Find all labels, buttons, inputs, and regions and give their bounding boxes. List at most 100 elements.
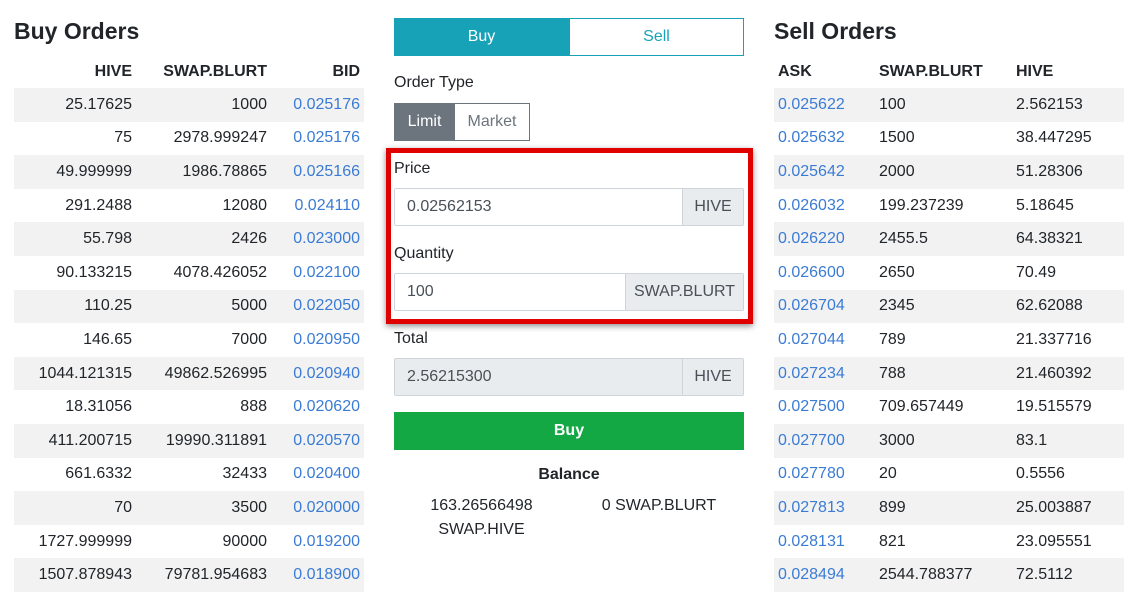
table-row[interactable]: 0.027780 20 0.5556 xyxy=(774,458,1124,492)
table-row[interactable]: 0.026704 2345 62.62088 xyxy=(774,289,1124,324)
submit-buy-button[interactable]: Buy xyxy=(394,412,744,450)
table-row[interactable]: 0.025642 2000 51.28306 xyxy=(774,155,1124,189)
tab-buy[interactable]: Buy xyxy=(394,18,569,56)
buy-cell-2[interactable]: 0.019200 xyxy=(271,525,364,559)
sell-cell-0[interactable]: 0.028131 xyxy=(774,525,875,559)
sell-orders-title: Sell Orders xyxy=(774,18,897,44)
buy-cell-0: 1727.999999 xyxy=(38,532,132,550)
table-row[interactable]: 70 3500 0.020000 xyxy=(14,491,364,525)
sell-cell-2: 62.62088 xyxy=(1012,289,1124,324)
table-row[interactable]: 1727.999999 90000 0.019200 xyxy=(14,525,364,559)
table-row[interactable]: 146.65 7000 0.020950 xyxy=(14,323,364,357)
buy-cell-2[interactable]: 0.020570 xyxy=(271,423,364,458)
quantity-unit: SWAP.BLURT xyxy=(625,274,743,310)
table-row[interactable]: 55.798 2426 0.023000 xyxy=(14,222,364,256)
price-input[interactable]: 0.02562153 xyxy=(395,189,682,225)
buy-cell-2[interactable]: 0.025166 xyxy=(271,155,364,189)
table-row[interactable]: 1044.121315 49862.526995 0.020940 xyxy=(14,356,364,391)
table-row[interactable]: 0.027044 789 21.337716 xyxy=(774,323,1124,357)
sell-cell-2: 64.38321 xyxy=(1012,222,1124,256)
table-row[interactable]: 0.027700 3000 83.1 xyxy=(774,423,1124,458)
sell-cell-0[interactable]: 0.026032 xyxy=(774,189,875,223)
sell-cell-0[interactable]: 0.027044 xyxy=(774,323,875,357)
buy-header-bid: BID xyxy=(332,62,360,80)
table-row[interactable]: 49.999999 1986.78865 0.025166 xyxy=(14,155,364,189)
buy-cell-2[interactable]: 0.024110 xyxy=(271,189,364,223)
buy-cell-0: 25.17625 xyxy=(14,88,136,122)
sell-cell-0[interactable]: 0.027234 xyxy=(774,356,875,391)
balance-swap-blurt: 0 SWAP.BLURT xyxy=(601,497,717,514)
table-row[interactable]: 0.025632 1500 38.447295 xyxy=(774,122,1124,156)
sell-cell-0[interactable]: 0.026704 xyxy=(774,289,875,324)
table-row[interactable]: 90.133215 4078.426052 0.022100 xyxy=(14,256,364,290)
sell-cell-0[interactable]: 0.026220 xyxy=(774,222,875,256)
table-row[interactable]: 0.027813 899 25.003887 xyxy=(774,491,1124,525)
buy-orders-header-row: HIVE SWAP.BLURT BID xyxy=(14,55,364,88)
total-input-group: 2.56215300 HIVE xyxy=(394,358,744,396)
sell-cell-0[interactable]: 0.027780 xyxy=(774,458,875,492)
table-row[interactable]: 0.027500 709.657449 19.515579 xyxy=(774,390,1124,424)
sell-cell-0[interactable]: 0.027500 xyxy=(774,390,875,424)
table-row[interactable]: 25.17625 1000 0.025176 xyxy=(14,88,364,122)
sell-cell-0[interactable]: 0.027813 xyxy=(774,491,875,525)
sell-orders-header-row: ASK SWAP.BLURT HIVE xyxy=(774,55,1124,88)
buy-cell-2[interactable]: 0.022100 xyxy=(271,256,364,290)
buy-cell-2[interactable]: 0.022050 xyxy=(271,289,364,324)
table-row[interactable]: 0.025622 100 2.562153 xyxy=(774,88,1124,122)
quantity-input[interactable]: 100 xyxy=(395,274,625,310)
table-row[interactable]: 18.31056 888 0.020620 xyxy=(14,390,364,424)
market-button[interactable]: Market xyxy=(455,103,530,141)
sell-cell-2: 72.5112 xyxy=(1012,558,1124,592)
price-input-group: 0.02562153 HIVE xyxy=(394,188,744,226)
buy-header-swap-blurt: SWAP.BLURT xyxy=(163,62,267,80)
buy-orders-body: 25.17625 1000 0.025176 75 2978.999247 0.02517… xyxy=(14,88,364,592)
sell-cell-0[interactable]: 0.026600 xyxy=(774,256,875,290)
sell-cell-1: 2000 xyxy=(875,155,1012,189)
table-row[interactable]: 661.6332 32433 0.020400 xyxy=(14,458,364,492)
buy-cell-0: 291.2488 xyxy=(65,196,132,214)
table-row[interactable]: 0.028131 821 23.095551 xyxy=(774,525,1124,559)
buy-cell-1: 2978.999247 xyxy=(173,129,267,147)
order-type-group: Limit Market xyxy=(394,103,530,141)
buy-cell-2[interactable]: 0.025176 xyxy=(271,88,364,122)
table-row[interactable]: 1507.878943 79781.954683 0.018900 xyxy=(14,558,364,592)
buy-cell-2[interactable]: 0.018900 xyxy=(271,558,364,592)
sell-orders-body: 0.025622 100 2.562153 0.025632 1500 38.447295… xyxy=(774,88,1124,592)
sell-cell-1: 709.657449 xyxy=(879,398,964,416)
balance-swap-hive: 163.26566498 SWAP.HIVE xyxy=(430,497,533,538)
market-page: Buy Orders HIVE SWAP.BLURT BID 25.17625 1… xyxy=(0,0,1137,597)
buy-cell-1: 32433 xyxy=(222,465,268,483)
table-row[interactable]: 291.2488 12080 0.024110 xyxy=(14,189,364,223)
buy-cell-2[interactable]: 0.020400 xyxy=(271,458,364,492)
sell-cell-0[interactable]: 0.025642 xyxy=(774,155,875,189)
table-row[interactable]: 0.026600 2650 70.49 xyxy=(774,256,1124,290)
sell-cell-0[interactable]: 0.028494 xyxy=(774,558,875,592)
table-row[interactable]: 0.026220 2455.5 64.38321 xyxy=(774,222,1124,256)
buy-cell-0: 18.31056 xyxy=(65,398,132,416)
table-row[interactable]: 0.026032 199.237239 5.18645 xyxy=(774,189,1124,223)
sell-cell-1: 2455.5 xyxy=(875,222,1012,256)
buy-cell-2[interactable]: 0.020940 xyxy=(271,356,364,391)
table-row[interactable]: 75 2978.999247 0.025176 xyxy=(14,122,364,156)
tab-sell[interactable]: Sell xyxy=(569,18,744,56)
buy-cell-2[interactable]: 0.020950 xyxy=(271,323,364,357)
buy-cell-2[interactable]: 0.020620 xyxy=(271,390,364,424)
table-row[interactable]: 0.028494 2544.788377 72.5112 xyxy=(774,558,1124,592)
table-row[interactable]: 110.25 5000 0.022050 xyxy=(14,289,364,324)
sell-cell-1: 788 xyxy=(875,356,1012,391)
table-row[interactable]: 0.027234 788 21.460392 xyxy=(774,356,1124,391)
sell-cell-1: 2345 xyxy=(875,289,1012,324)
table-row[interactable]: 411.200715 19990.311891 0.020570 xyxy=(14,423,364,458)
buy-orders-title: Buy Orders xyxy=(14,18,140,44)
sell-cell-0[interactable]: 0.027700 xyxy=(774,423,875,458)
sell-cell-0[interactable]: 0.025622 xyxy=(774,88,875,122)
limit-button[interactable]: Limit xyxy=(394,103,455,141)
sell-cell-1: 3000 xyxy=(875,423,1012,458)
sell-header-swap-blurt: SWAP.BLURT xyxy=(879,62,983,80)
buy-cell-2[interactable]: 0.023000 xyxy=(271,222,364,256)
buy-cell-2[interactable]: 0.020000 xyxy=(271,491,364,525)
sell-cell-2: 5.18645 xyxy=(1016,196,1074,214)
buy-sell-tabs: Buy Sell xyxy=(394,18,744,56)
sell-cell-0[interactable]: 0.025632 xyxy=(774,122,875,156)
buy-cell-2[interactable]: 0.025176 xyxy=(271,122,364,156)
